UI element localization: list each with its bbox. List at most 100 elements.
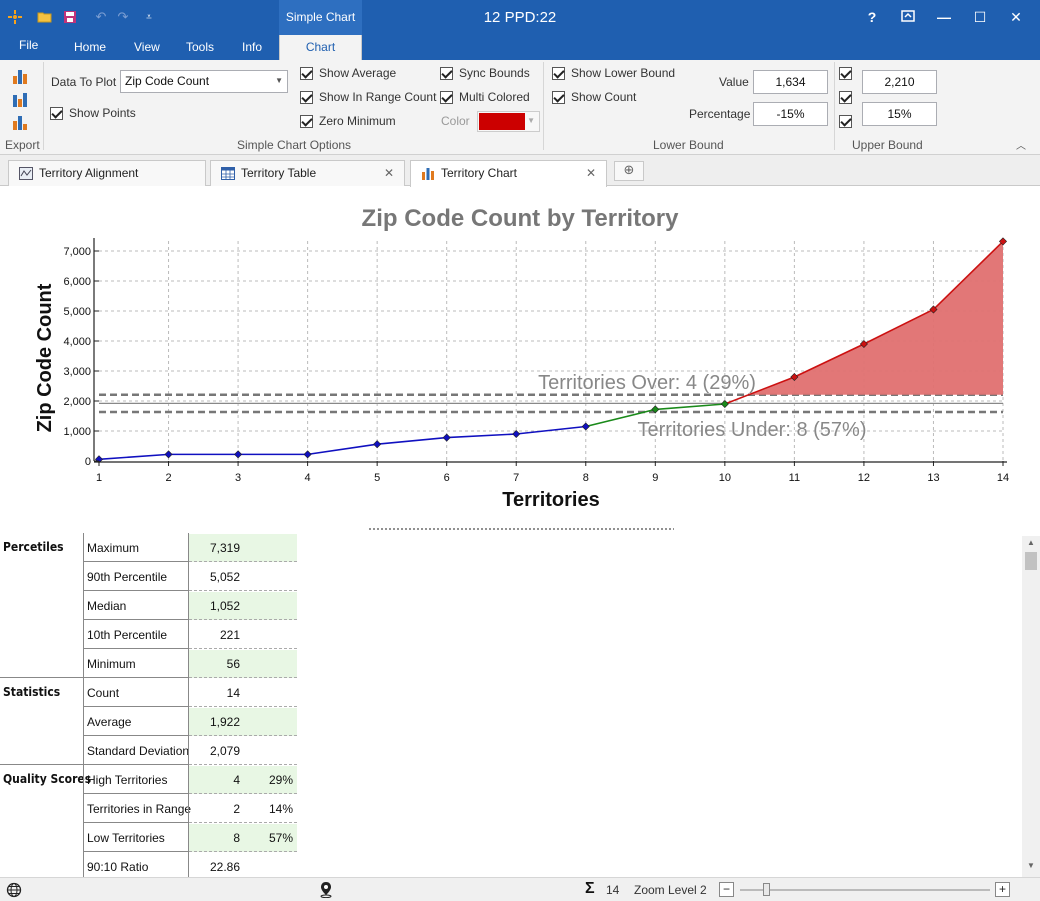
ribbon-separator	[43, 62, 44, 150]
new-tab-button[interactable]: ⊕	[614, 161, 644, 181]
y-tick-label: 3,000	[63, 366, 91, 378]
data-point	[303, 450, 312, 459]
doc-tab-territory-table[interactable]: Territory Table ✕	[210, 160, 405, 186]
open-folder-icon[interactable]	[36, 8, 54, 26]
redo-icon[interactable]: ↷	[114, 8, 132, 26]
undo-icon[interactable]: ↶	[92, 8, 110, 26]
show-lower-bound-checkbox[interactable]	[552, 67, 565, 80]
lower-bound-percentage-input[interactable]: -15%	[753, 102, 828, 126]
data-to-plot-label: Data To Plot	[51, 75, 117, 89]
x-tick-label: 5	[374, 472, 380, 484]
globe-icon[interactable]	[6, 882, 22, 901]
lower-bound-group-label: Lower Bound	[653, 138, 724, 152]
data-point	[581, 422, 590, 431]
scroll-up-icon[interactable]: ▲	[1022, 538, 1040, 552]
export-group-label: Export	[5, 138, 40, 152]
ribbon-tab-row: File Home View Tools Info Chart	[0, 35, 1040, 60]
tab-chart[interactable]: Chart	[279, 35, 362, 60]
close-tab-icon[interactable]: ✕	[384, 166, 394, 180]
show-average-label: Show Average	[319, 66, 397, 80]
save-icon[interactable]	[61, 8, 79, 26]
vertical-scrollbar[interactable]: ▲ ▼	[1022, 536, 1040, 877]
scroll-down-icon[interactable]: ▼	[1022, 861, 1040, 875]
minimize-button[interactable]: —	[929, 6, 959, 28]
export-data-icon[interactable]	[12, 114, 28, 130]
stats-row-percent: 57%	[268, 831, 293, 845]
column-divider	[188, 533, 189, 881]
restore-ribbon-button[interactable]	[893, 6, 923, 28]
show-lower-bound-label: Show Lower Bound	[571, 66, 676, 80]
stats-row-value: 14	[226, 686, 240, 700]
upper-bound-percentage-input[interactable]: 15%	[862, 102, 937, 126]
export-chart-icon[interactable]	[12, 68, 28, 84]
x-tick-label: 12	[858, 472, 870, 484]
zip-code-chart: 01,0002,0003,0004,0005,0006,0007,0001 2 3 4…	[34, 205, 1009, 511]
bar-chart-icon	[421, 167, 435, 180]
ribbon-separator	[834, 62, 835, 150]
zoom-slider-track[interactable]	[740, 889, 990, 891]
lower-bound-value-input[interactable]: 1,634	[753, 70, 828, 94]
data-to-plot-select[interactable]: Zip Code Count ▼	[120, 70, 288, 93]
y-tick-label: 7,000	[63, 246, 91, 258]
x-axis-label: Territories	[502, 489, 599, 511]
upper-bound-checkbox[interactable]	[839, 115, 852, 128]
tab-file[interactable]: File	[19, 38, 38, 52]
zoom-in-button[interactable]: +	[995, 882, 1010, 897]
upper-bound-value-input[interactable]: 2,210	[862, 70, 937, 94]
x-tick-label: 11	[789, 472, 800, 484]
zoom-out-button[interactable]: −	[719, 882, 734, 897]
tab-info[interactable]: Info	[242, 40, 262, 54]
scrollbar-thumb[interactable]	[1025, 552, 1037, 570]
sync-bounds-checkbox[interactable]	[440, 67, 453, 80]
data-point	[373, 440, 382, 449]
stats-row: Low Territories 8 57%	[0, 823, 300, 852]
stats-row-name: Territories in Range	[87, 802, 192, 816]
window-title: 12 PPD:22	[483, 9, 557, 26]
series-segment	[655, 403, 725, 411]
upper-percentage-checkbox[interactable]	[839, 91, 852, 104]
y-tick-label: 4,000	[63, 336, 91, 348]
y-tick-label: 1,000	[63, 426, 91, 438]
show-points-checkbox[interactable]	[50, 107, 63, 120]
maximize-button[interactable]: ☐	[965, 6, 995, 28]
color-picker[interactable]: ▼	[477, 111, 540, 132]
zero-minimum-checkbox[interactable]	[300, 115, 313, 128]
show-count-checkbox[interactable]	[552, 91, 565, 104]
ribbon-panel: Export Data To Plot Zip Code Count ▼ Sho…	[0, 60, 1040, 155]
value-label: Value	[719, 75, 749, 89]
help-button[interactable]: ?	[857, 6, 887, 28]
map-pin-icon[interactable]	[319, 881, 333, 901]
doc-tab-label: Territory Alignment	[39, 166, 139, 180]
stats-row-value: 1,052	[209, 599, 240, 613]
export-image-icon[interactable]	[12, 91, 28, 107]
series-segment	[98, 453, 169, 461]
data-point	[720, 399, 729, 409]
x-tick-label: 9	[652, 472, 658, 484]
tab-view[interactable]: View	[134, 40, 160, 54]
multi-colored-checkbox[interactable]	[440, 91, 453, 104]
tab-home[interactable]: Home	[74, 40, 106, 54]
multi-colored-label: Multi Colored	[459, 90, 530, 104]
color-swatch	[479, 113, 525, 130]
stats-row-value: 56	[226, 657, 240, 671]
close-button[interactable]: ✕	[1001, 6, 1031, 28]
context-tab-group-label: Simple Chart	[279, 0, 362, 35]
app-logo-icon[interactable]	[6, 8, 24, 26]
zoom-slider-thumb[interactable]	[763, 883, 770, 896]
doc-tab-territory-alignment[interactable]: Territory Alignment	[8, 160, 206, 186]
show-in-range-count-checkbox[interactable]	[300, 91, 313, 104]
upper-value-checkbox[interactable]	[839, 67, 852, 80]
under-count-annotation: Territories Under: 8 (57%)	[638, 419, 867, 441]
stats-row: 10th Percentile 221	[0, 620, 300, 649]
y-tick-label: 0	[85, 456, 91, 468]
collapse-ribbon-icon[interactable]: ︿	[1016, 137, 1026, 152]
splitter-handle[interactable]	[368, 527, 674, 531]
stats-row: Median 1,052	[0, 591, 300, 620]
stats-row: Average 1,922	[0, 707, 300, 736]
table-icon	[221, 167, 235, 180]
close-tab-icon[interactable]: ✕	[586, 166, 596, 180]
doc-tab-territory-chart[interactable]: Territory Chart ✕	[410, 160, 607, 187]
customize-qat-icon[interactable]: ⩡	[140, 8, 158, 26]
tab-tools[interactable]: Tools	[186, 40, 214, 54]
show-average-checkbox[interactable]	[300, 67, 313, 80]
